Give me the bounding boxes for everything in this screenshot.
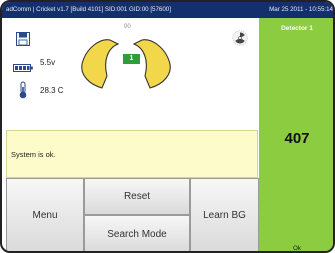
title-datetime: Mar 25 2011 - 10:55:14 [269,6,333,13]
radiation-icon [232,30,248,46]
detector-gauge-graphic [78,34,174,96]
learn-bg-button-label: Learn BG [203,210,246,221]
thermometer-icon [17,81,29,99]
detector-name: Detector 1 [281,25,313,32]
learn-bg-button[interactable]: Learn BG [190,178,259,251]
save-icon[interactable] [16,32,30,46]
device-screen: adComm | Cricket v1.7 [Build 4101] SID:0… [0,0,335,253]
reset-button-label: Reset [123,191,151,202]
title-bar: adComm | Cricket v1.7 [Build 4101] SID:0… [2,2,333,18]
status-panel: 5.5v 28.3 C 00 1 [2,18,258,130]
menu-button[interactable]: Menu [6,178,84,251]
reset-button[interactable]: Reset [84,178,190,215]
battery-icon [13,59,33,72]
count-readout: 00 [124,24,131,30]
detector-count-value: 407 [284,130,310,147]
search-mode-button-label: Search Mode [107,228,167,240]
temperature-reading: 28.3 C [40,86,64,95]
count-badge: 1 [123,54,140,64]
battery-voltage: 5.5v [40,58,56,67]
menu-button-label: Menu [32,210,58,221]
search-mode-button[interactable]: Search Mode [84,215,190,251]
status-message-box: System is ok. [6,130,258,178]
detector-status: Ok [293,246,301,252]
title-left: adComm | Cricket v1.7 [Build 4101] SID:0… [6,6,171,13]
status-message: System is ok. [11,150,56,159]
detector-panel[interactable]: Detector 1 407 Ok [259,18,333,252]
